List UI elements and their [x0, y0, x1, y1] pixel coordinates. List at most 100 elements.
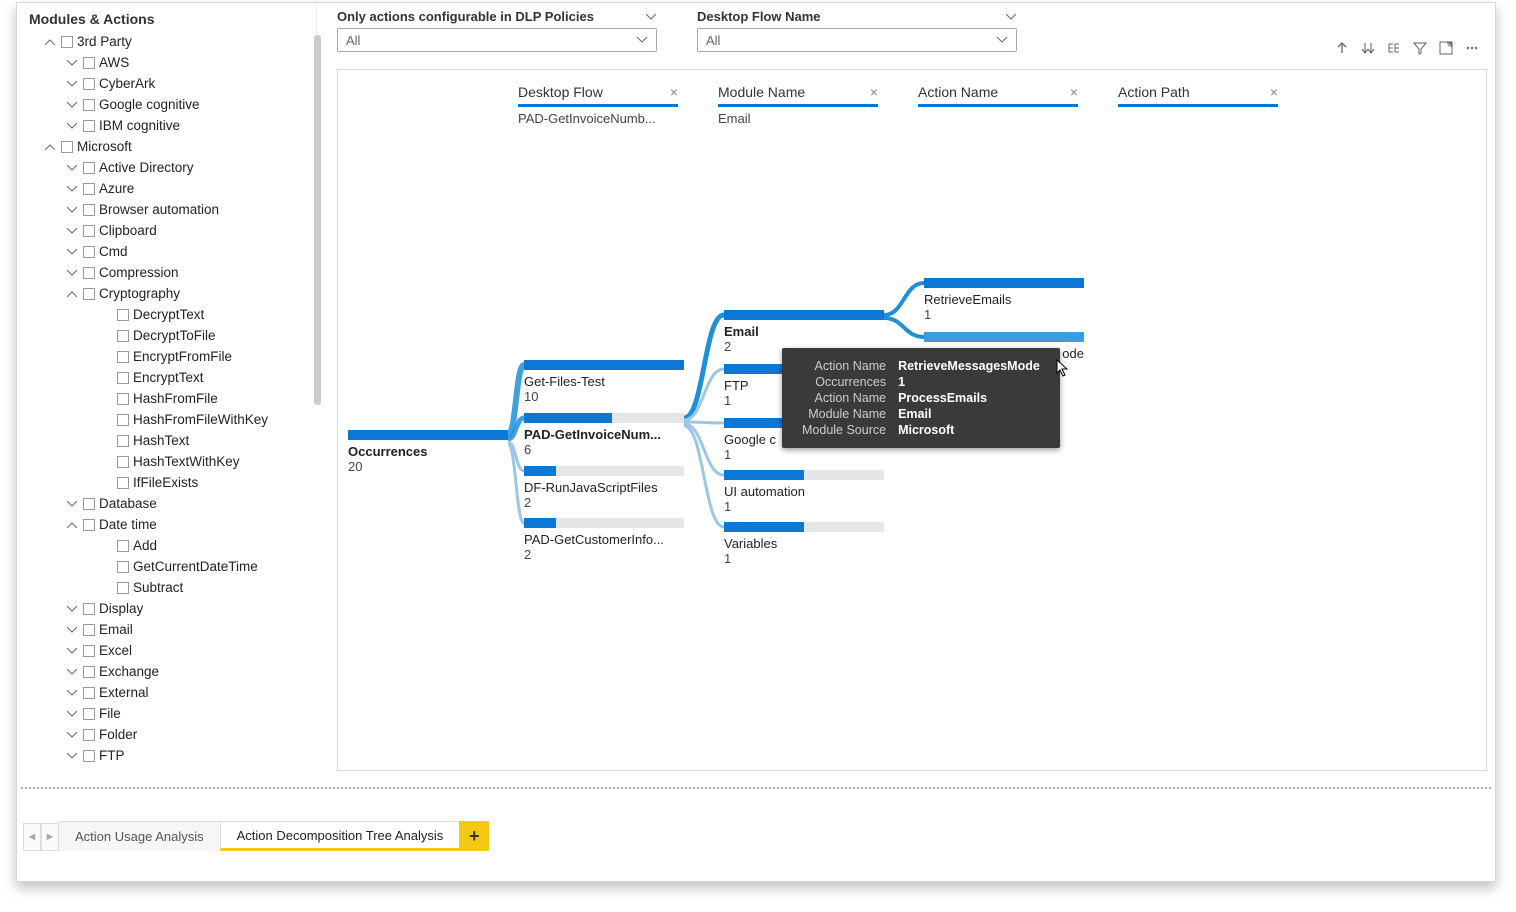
checkbox[interactable] — [83, 687, 95, 699]
drill-up-icon[interactable] — [1334, 40, 1350, 56]
chevron-down-icon[interactable] — [65, 98, 79, 112]
checkbox[interactable] — [117, 540, 129, 552]
chevron-down-icon[interactable] — [65, 119, 79, 133]
tree-item-3rd-party[interactable]: 3rd Party — [25, 31, 309, 52]
chevron-down-icon[interactable] — [65, 224, 79, 238]
checkbox[interactable] — [61, 36, 73, 48]
chevron-down-icon[interactable] — [65, 644, 79, 658]
chevron-down-icon[interactable] — [65, 602, 79, 616]
checkbox[interactable] — [117, 456, 129, 468]
sheet-nav-next[interactable]: ► — [41, 823, 59, 851]
expand-hierarchy-icon[interactable] — [1386, 40, 1402, 56]
checkbox[interactable] — [83, 603, 95, 615]
checkbox[interactable] — [83, 57, 95, 69]
tree-item-aws[interactable]: AWS — [25, 52, 309, 73]
node-pad-getcustomerinfo[interactable]: PAD-GetCustomerInfo... 2 — [524, 518, 684, 562]
chevron-up-icon[interactable] — [43, 140, 57, 154]
tree-item-microsoft-cognitive[interactable]: Microsoft cognitive — [25, 766, 309, 771]
node-root[interactable]: Occurrences 20 — [348, 430, 508, 474]
focus-mode-icon[interactable] — [1438, 40, 1454, 56]
tree-item-azure[interactable]: Azure — [25, 178, 309, 199]
node-variables[interactable]: Variables 1 — [724, 522, 884, 566]
tree-item-decrypt-text[interactable]: DecryptText — [25, 304, 309, 325]
tree-item-ftp[interactable]: FTP — [25, 745, 309, 766]
checkbox[interactable] — [117, 435, 129, 447]
tree-item-hash-text[interactable]: HashText — [25, 430, 309, 451]
checkbox[interactable] — [83, 99, 95, 111]
checkbox[interactable] — [117, 414, 129, 426]
tree-item-folder[interactable]: Folder — [25, 724, 309, 745]
checkbox[interactable] — [83, 120, 95, 132]
node-get-files-test[interactable]: Get-Files-Test 10 — [524, 360, 684, 404]
chevron-down-icon[interactable] — [65, 728, 79, 742]
chevron-down-icon[interactable] — [65, 203, 79, 217]
tree-item-clipboard[interactable]: Clipboard — [25, 220, 309, 241]
chevron-down-icon[interactable] — [65, 266, 79, 280]
chevron-down-icon[interactable] — [65, 770, 79, 772]
tree-item-cmd[interactable]: Cmd — [25, 241, 309, 262]
tab-action-usage-analysis[interactable]: Action Usage Analysis — [58, 821, 221, 851]
chevron-down-icon[interactable] — [65, 182, 79, 196]
tree-item-encrypt-from-file[interactable]: EncryptFromFile — [25, 346, 309, 367]
tree-item-subtract[interactable]: Subtract — [25, 577, 309, 598]
chevron-up-icon[interactable] — [43, 35, 57, 49]
tree-item-excel[interactable]: Excel — [25, 640, 309, 661]
tree-item-decrypt-to-file[interactable]: DecryptToFile — [25, 325, 309, 346]
tree-item-hash-from-file-with-key[interactable]: HashFromFileWithKey — [25, 409, 309, 430]
checkbox[interactable] — [117, 351, 129, 363]
tree-item-active-directory[interactable]: Active Directory — [25, 157, 309, 178]
checkbox[interactable] — [83, 498, 95, 510]
tree-item-google-cognitive[interactable]: Google cognitive — [25, 94, 309, 115]
chevron-up-icon[interactable] — [65, 287, 79, 301]
close-icon[interactable]: × — [662, 84, 678, 100]
node-df-runjavascriptfiles[interactable]: DF-RunJavaScriptFiles 2 — [524, 466, 684, 510]
checkbox[interactable] — [83, 750, 95, 762]
checkbox[interactable] — [83, 246, 95, 258]
chevron-down-icon[interactable] — [65, 245, 79, 259]
checkbox[interactable] — [83, 729, 95, 741]
checkbox[interactable] — [83, 162, 95, 174]
checkbox[interactable] — [83, 225, 95, 237]
tree-item-add[interactable]: Add — [25, 535, 309, 556]
close-icon[interactable]: × — [1262, 84, 1278, 100]
tree-item-ibm-cognitive[interactable]: IBM cognitive — [25, 115, 309, 136]
filter-flow-select[interactable]: All — [697, 28, 1017, 52]
filter-dlp-select[interactable]: All — [337, 28, 657, 52]
node-ui-automation[interactable]: UI automation 1 — [724, 470, 884, 514]
add-sheet-button[interactable]: + — [459, 821, 489, 851]
checkbox[interactable] — [117, 330, 129, 342]
tree-item-compression[interactable]: Compression — [25, 262, 309, 283]
checkbox[interactable] — [117, 393, 129, 405]
close-icon[interactable]: × — [1062, 84, 1078, 100]
module-tree[interactable]: 3rd Party AWS CyberArk Google cognitive … — [17, 31, 317, 771]
checkbox[interactable] — [83, 183, 95, 195]
node-retrieve-emails[interactable]: RetrieveEmails 1 — [924, 278, 1084, 322]
tree-item-cyberark[interactable]: CyberArk — [25, 73, 309, 94]
chevron-down-icon[interactable] — [65, 686, 79, 700]
chevron-down-icon[interactable] — [65, 77, 79, 91]
checkbox[interactable] — [83, 288, 95, 300]
checkbox[interactable] — [83, 771, 95, 772]
checkbox[interactable] — [117, 561, 129, 573]
chevron-down-icon[interactable] — [65, 623, 79, 637]
tree-item-file[interactable]: File — [25, 703, 309, 724]
tree-item-display[interactable]: Display — [25, 598, 309, 619]
checkbox[interactable] — [83, 267, 95, 279]
more-options-icon[interactable] — [1464, 40, 1480, 56]
checkbox[interactable] — [117, 309, 129, 321]
chevron-down-icon[interactable] — [1005, 11, 1017, 23]
close-icon[interactable]: × — [862, 84, 878, 100]
tree-item-browser-automation[interactable]: Browser automation — [25, 199, 309, 220]
checkbox[interactable] — [117, 477, 129, 489]
chevron-down-icon[interactable] — [65, 749, 79, 763]
tree-item-hash-from-file[interactable]: HashFromFile — [25, 388, 309, 409]
tree-item-cryptography[interactable]: Cryptography — [25, 283, 309, 304]
checkbox[interactable] — [117, 582, 129, 594]
chevron-down-icon[interactable] — [645, 11, 657, 23]
panel-separator[interactable] — [21, 787, 1491, 789]
checkbox[interactable] — [83, 519, 95, 531]
chevron-down-icon[interactable] — [65, 161, 79, 175]
tree-item-hash-text-with-key[interactable]: HashTextWithKey — [25, 451, 309, 472]
tree-item-external[interactable]: External — [25, 682, 309, 703]
filter-icon[interactable] — [1412, 40, 1428, 56]
